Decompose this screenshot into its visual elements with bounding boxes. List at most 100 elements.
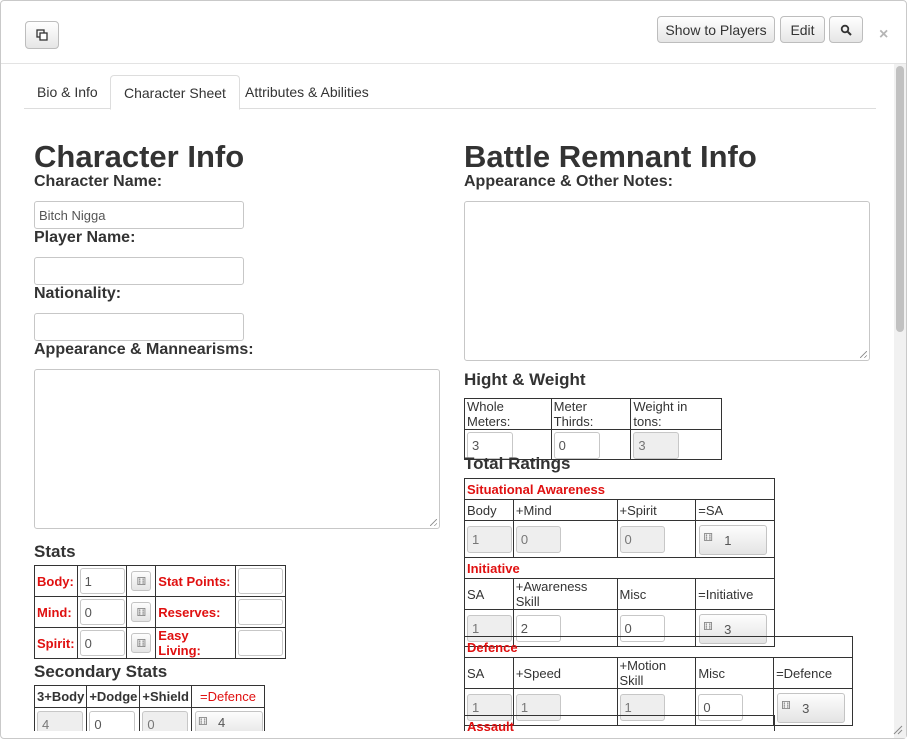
reserves-input[interactable] [238,599,284,625]
secondary-stats-table: 3+Body +Dodge +Shield =Defence 4 0 0 ⚅ 4 [33,685,266,731]
close-button[interactable]: × [879,26,888,44]
secondary-header-shield: +Shield [139,685,192,708]
dice-icon: ⚅ [781,700,791,712]
dodge-input[interactable]: 0 [89,711,136,731]
sa-header-mind: +Mind [512,499,618,521]
initiative-header-misc: Misc [616,578,697,610]
player-name-input[interactable] [34,257,244,285]
stat-points-input[interactable] [238,568,284,594]
initiative-header-awareness: +Awareness Skill [512,578,618,610]
resize-grip-icon[interactable] [860,351,867,358]
tab-character-sheet[interactable]: Character Sheet [110,75,240,110]
sa-roll-button[interactable]: ⚅ 1 [699,525,768,555]
dice-icon[interactable]: ⚅ [131,602,152,622]
easy-living-label: Easy Living: [155,627,237,659]
defence-total-value: 3 [802,701,810,716]
defence-table: Defence SA +Speed +Motion Skill Misc =De… [464,636,853,726]
stat-body-input[interactable]: 1 [79,568,125,594]
character-dialog: Show to Players Edit × Bio & Info Charac… [0,0,907,739]
tab-bar: Bio & Info Character Sheet Attributes & … [24,75,876,110]
hight-weight-table: Whole Meters: Meter Thirds: Weight in to… [464,398,722,460]
stat-spirit-label: Spirit: [34,627,78,659]
dice-icon: ⚅ [703,621,713,633]
defence-roll-button[interactable]: ⚅ 4 [194,711,263,731]
defence-header-sa: SA [464,657,514,689]
dice-icon[interactable]: ⚅ [131,633,152,653]
stat-spirit-input[interactable]: 0 [79,630,125,656]
stat-points-label: Stat Points: [155,565,237,597]
initiative-table: Initiative SA +Awareness Skill Misc =Ini… [464,557,775,647]
character-sheet-content: Character Info Character Name: Bitch Nig… [1,109,894,731]
dice-icon: ⚅ [197,716,208,728]
tab-bio-info[interactable]: Bio & Info [24,75,111,109]
defence-header-total: =Defence [773,657,853,689]
search-icon [840,24,852,36]
sa-total-value: 1 [724,533,732,548]
stats-row-body: Body: 1 ⚅ Stat Points: [34,565,286,597]
sa-spirit-value: 0 [619,526,665,553]
sa-table: Situational Awareness Body +Mind +Spirit… [464,478,775,558]
nationality-label: Nationality: [34,285,122,302]
stats-row-spirit: Spirit: 0 ⚅ Easy Living: [34,627,286,659]
dice-icon[interactable]: ⚅ [131,571,152,591]
initiative-total-value: 3 [724,622,732,637]
popout-icon [36,29,48,41]
sa-header-spirit: +Spirit [616,499,697,521]
defence-header-motion: +Motion Skill [616,657,697,689]
scrollbar[interactable] [894,64,906,738]
whole-meters-header: Whole Meters: [464,398,552,430]
defence-header-speed: +Speed [512,657,618,689]
edit-button[interactable]: Edit [780,16,825,43]
initiative-header-sa: SA [464,578,514,610]
secondary-header-body: 3+Body [33,685,88,708]
character-name-input[interactable]: Bitch Nigga [34,201,244,229]
appearance-mannerisms-label: Appearance & Mannearisms: [34,341,254,358]
stats-row-mind: Mind: 0 ⚅ Reserves: [34,596,286,628]
stats-table: Body: 1 ⚅ Stat Points: Mind: 0 ⚅ Reserve… [34,565,286,659]
initiative-title: Initiative [464,557,775,579]
assault-title: Assault [464,715,775,731]
easy-living-input[interactable] [238,630,284,656]
assault-table: Assault [464,715,775,731]
secondary-body-value: 4 [37,711,83,731]
tab-attributes-abilities[interactable]: Attributes & Abilities [232,75,382,109]
hight-weight-heading: Hight & Weight [464,370,586,389]
dialog-resize-icon[interactable] [893,725,903,735]
character-name-label: Character Name: [34,173,163,190]
popout-button[interactable] [25,21,59,49]
dice-icon: ⚅ [703,532,713,544]
appearance-mannerisms-textarea[interactable] [34,369,440,529]
sa-mind-value: 0 [515,526,561,553]
secondary-header-dodge: +Dodge [86,685,141,708]
show-to-players-button[interactable]: Show to Players [657,16,775,43]
shield-value: 0 [142,711,189,731]
resize-grip-icon[interactable] [430,519,437,526]
scrollbar-thumb[interactable] [896,66,904,332]
appearance-other-notes-textarea[interactable] [464,201,870,361]
defence-header-misc: Misc [695,657,775,689]
appearance-other-notes-label: Appearance & Other Notes: [464,173,673,190]
player-name-label: Player Name: [34,229,136,246]
initiative-header-total: =Initiative [695,578,775,610]
stat-mind-input[interactable]: 0 [79,599,125,625]
reserves-label: Reserves: [155,596,237,628]
search-button[interactable] [829,16,863,43]
sa-body-value: 1 [467,526,512,553]
stats-heading: Stats [34,542,76,561]
character-info-heading: Character Info [34,139,245,174]
sa-header-total: =SA [695,499,775,521]
meter-thirds-header: Meter Thirds: [550,398,632,430]
battle-remnant-heading: Battle Remnant Info [464,139,757,174]
stat-mind-label: Mind: [34,596,78,628]
defence-roll-button-total[interactable]: ⚅ 3 [777,693,846,723]
sa-title: Situational Awareness [464,478,775,500]
weight-tons-header: Weight in tons: [630,398,722,430]
stat-body-label: Body: [34,565,78,597]
nationality-input[interactable] [34,313,244,341]
secondary-stats-heading: Secondary Stats [34,662,168,681]
secondary-defence-value: 4 [217,715,226,730]
defence-title: Defence [464,636,853,658]
weight-tons-value: 3 [633,432,680,459]
sa-header-body: Body [464,499,514,521]
total-ratings-heading: Total Ratings [464,454,571,473]
